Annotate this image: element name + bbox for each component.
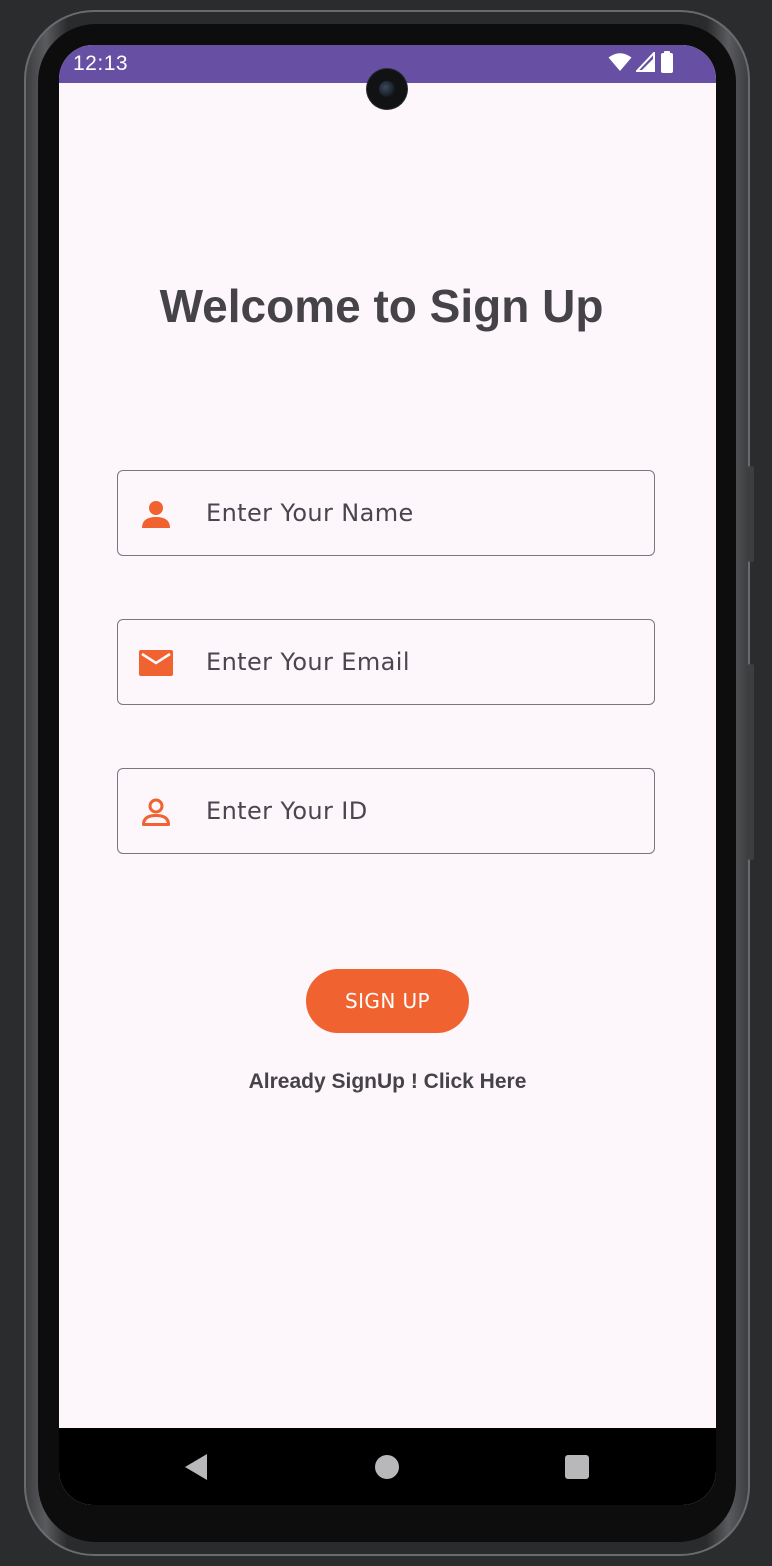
name-field[interactable]: [117, 470, 655, 556]
email-field[interactable]: [117, 619, 655, 705]
recents-icon[interactable]: [560, 1450, 594, 1484]
mail-icon: [136, 647, 176, 679]
battery-icon: [660, 50, 674, 78]
volume-button: [748, 664, 754, 860]
sign-up-button[interactable]: SIGN UP: [306, 969, 469, 1033]
name-input[interactable]: [206, 471, 636, 554]
login-link[interactable]: Already SignUp ! Click Here: [59, 1070, 716, 1094]
status-icons: [608, 49, 674, 78]
id-input[interactable]: [206, 769, 636, 852]
status-time: 12:13: [73, 52, 129, 75]
page-title: Welcome to Sign Up: [159, 280, 604, 332]
person-outline-icon: [136, 796, 176, 828]
home-icon[interactable]: [370, 1450, 404, 1484]
navigation-bar: [59, 1428, 716, 1505]
cellular-signal-icon: [634, 49, 656, 77]
email-input[interactable]: [206, 620, 636, 703]
phone-screen: 12:13 Welcome to Sign Up Enter Your Name…: [59, 45, 716, 1505]
person-icon: [136, 498, 176, 530]
front-camera: [367, 69, 407, 109]
id-field[interactable]: [117, 768, 655, 854]
power-button: [748, 466, 754, 562]
wifi-icon: [608, 52, 632, 77]
back-icon[interactable]: [179, 1450, 213, 1484]
